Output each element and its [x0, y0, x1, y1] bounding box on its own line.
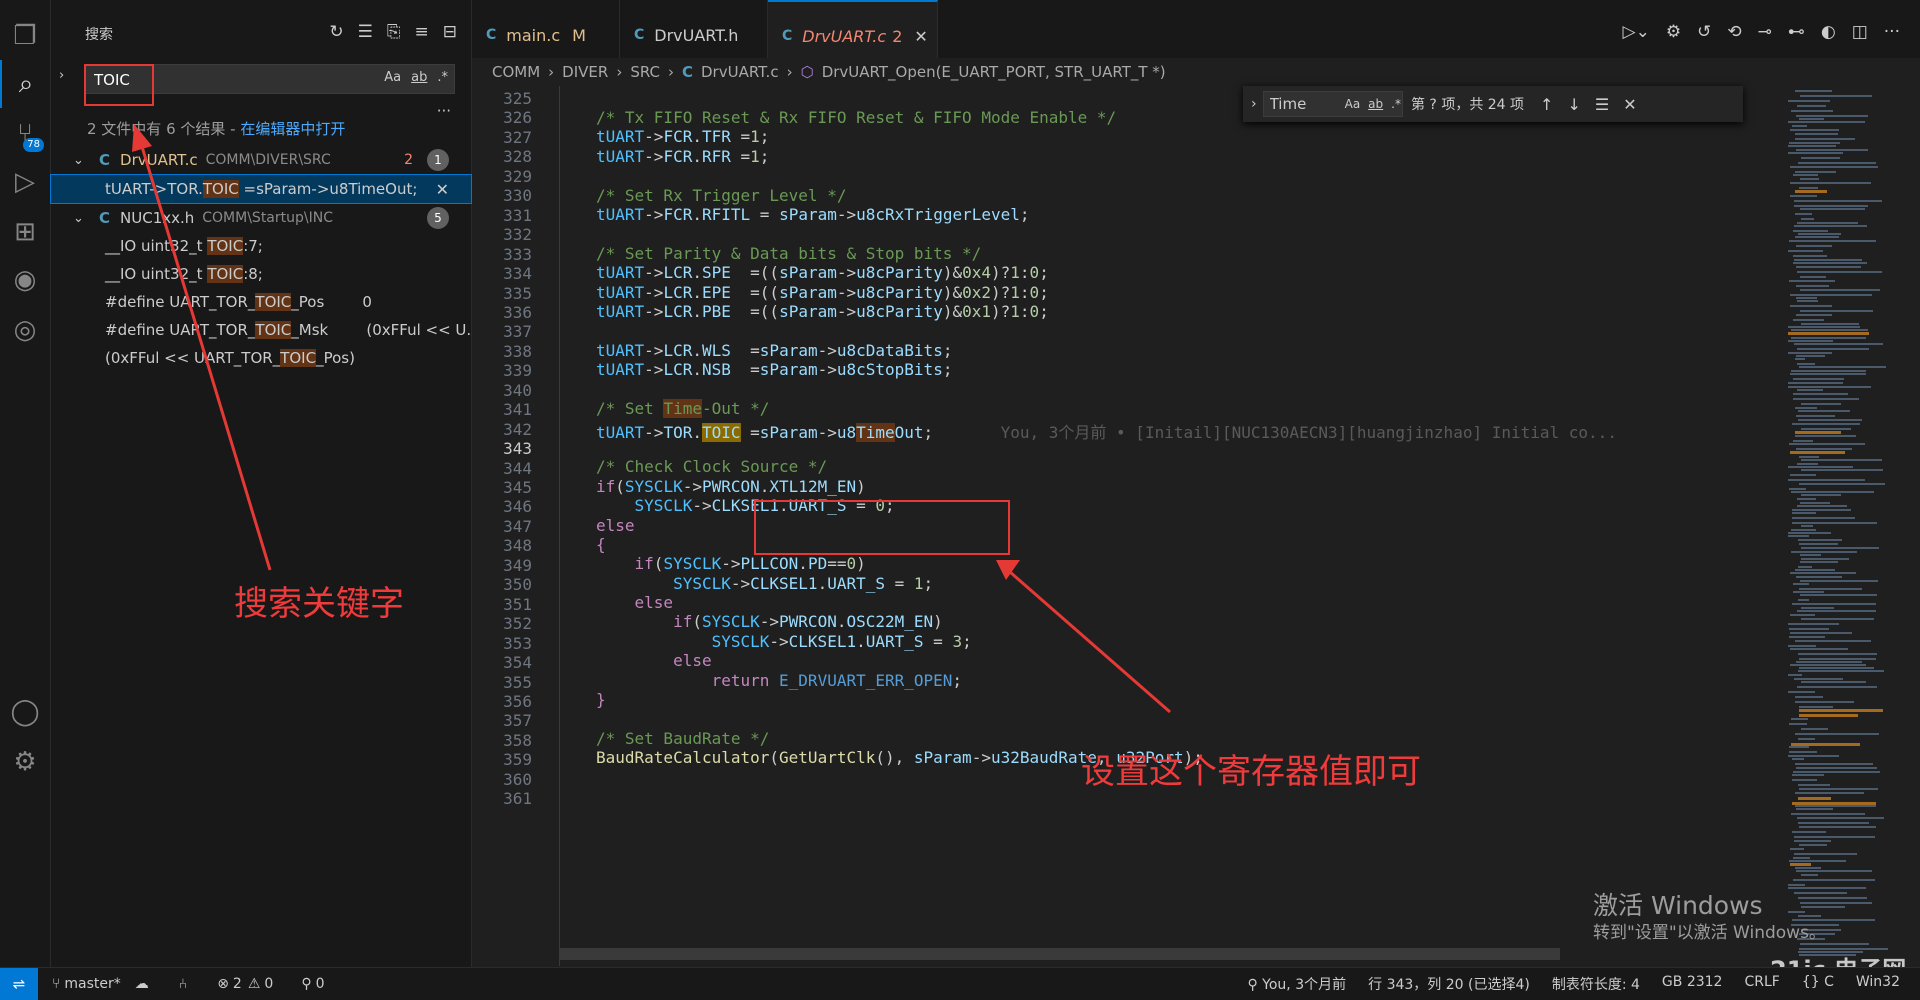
language-mode[interactable]: {} C [1802, 974, 1834, 994]
status-bar: ⇌ ⑂ master* ☁ ⑃ ⊗ 2 ⚠ 0 ⚲ 0 ⚲ You, 3个月前 … [0, 967, 1920, 1000]
annotation-search-keyword: 搜索关键字 [234, 584, 404, 624]
tab-size[interactable]: 制表符长度: 4 [1552, 974, 1640, 994]
arrowhead-icon [132, 124, 152, 152]
file-encoding[interactable]: GB 2312 [1662, 974, 1723, 994]
platform[interactable]: Win32 [1856, 974, 1900, 994]
ports-icon[interactable]: ⚲ [301, 976, 311, 992]
branch-icon: ⑂ [52, 976, 61, 992]
activate-windows-subtitle: 转到"设置"以激活 Windows。 [1593, 923, 1826, 943]
git-graph-icon[interactable]: ⑃ [179, 976, 187, 992]
warning-count[interactable]: 0 [264, 976, 273, 992]
blame-text: You, 3个月前 [1262, 977, 1347, 993]
error-count[interactable]: 2 [233, 976, 242, 992]
activate-windows-title: 激活 Windows [1593, 891, 1763, 920]
annotation-set-register: 设置这个寄存器值即可 [1081, 752, 1421, 792]
annotation-arrow-search [138, 139, 272, 571]
git-branch[interactable]: master* [64, 976, 120, 992]
error-icon[interactable]: ⊗ [217, 976, 229, 992]
warning-icon[interactable]: ⚠ [248, 976, 261, 992]
remote-indicator-icon[interactable]: ⇌ [0, 968, 38, 1000]
annotation-arrow-register [1009, 570, 1171, 714]
blame-status[interactable]: ⚲ You, 3个月前 [1247, 974, 1346, 994]
end-of-line[interactable]: CRLF [1744, 974, 1779, 994]
annotation-arrows [132, 124, 1171, 714]
ports-count[interactable]: 0 [316, 976, 325, 992]
status-right: ⚲ You, 3个月前 行 343，列 20 (已选择4) 制表符长度: 4 G… [1247, 974, 1900, 994]
sync-icon[interactable]: ☁ [135, 976, 149, 992]
cursor-position[interactable]: 行 343，列 20 (已选择4) [1368, 974, 1530, 994]
